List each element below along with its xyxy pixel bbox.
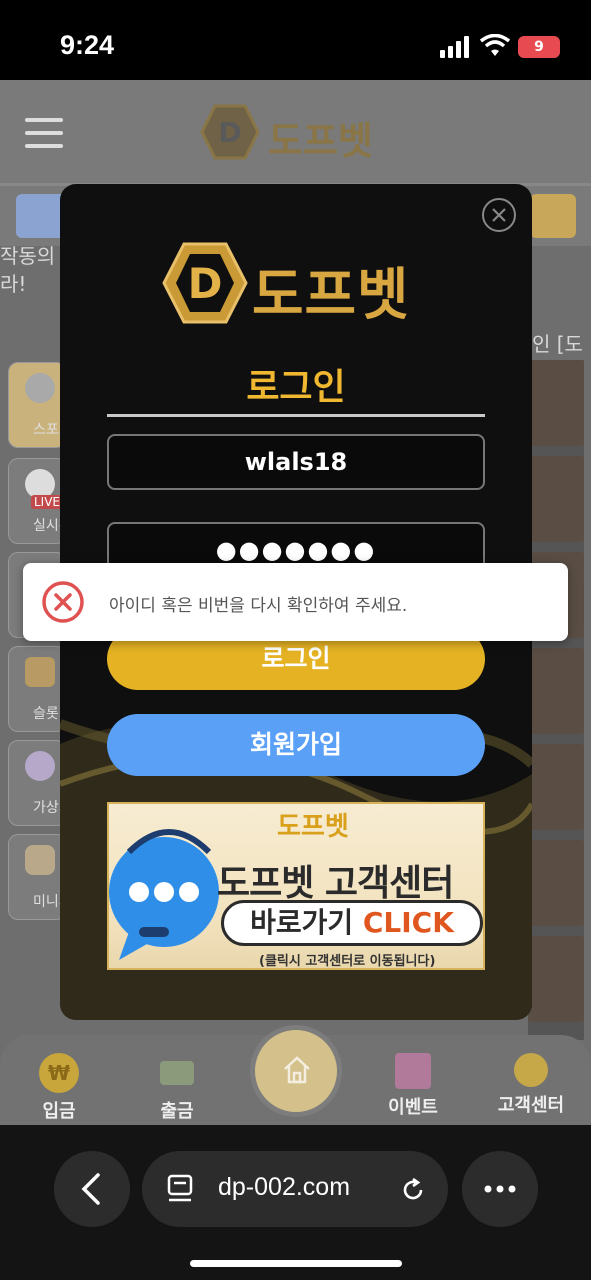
- site-header: D 도프벳: [0, 80, 591, 186]
- error-x-icon: [42, 581, 84, 623]
- gift-icon: [395, 1053, 431, 1089]
- game-tiles-column[interactable]: [528, 360, 584, 1040]
- side-menu-virtual[interactable]: 가상게임: [8, 740, 85, 826]
- home-icon: [284, 1056, 310, 1084]
- signup-button[interactable]: 회원가입: [107, 714, 485, 776]
- modal-logo: D 도프벳: [160, 240, 420, 330]
- tab-gold[interactable]: [530, 194, 576, 238]
- nav-deposit[interactable]: ₩ 입금: [4, 1053, 114, 1123]
- modal-brand-text: 도프벳: [252, 263, 410, 328]
- hexagon-logo-icon: D: [162, 242, 248, 324]
- side-menu-live[interactable]: LIVE 실시간: [8, 458, 72, 544]
- toast-message: 아이디 혹은 비번을 다시 확인하여 주세요.: [109, 596, 408, 616]
- hamburger-menu-icon[interactable]: [25, 118, 63, 148]
- close-icon: [492, 208, 506, 222]
- slot-machine-icon: [25, 657, 55, 687]
- close-button[interactable]: [482, 198, 516, 232]
- home-indicator: [190, 1260, 402, 1267]
- chat-bubble-icon: [514, 1053, 548, 1087]
- svg-text:D: D: [188, 259, 223, 308]
- nav-event[interactable]: 이벤트: [358, 1053, 468, 1119]
- hexagon-logo-icon: D: [200, 104, 260, 160]
- cash-icon: [160, 1061, 194, 1085]
- live-badge: LIVE: [31, 495, 64, 509]
- chevron-left-icon: [81, 1173, 100, 1205]
- headset-chat-icon: [109, 829, 219, 960]
- back-button[interactable]: [54, 1151, 130, 1227]
- banner-cta: 바로가기 CLICK: [221, 900, 483, 946]
- planet-icon: [25, 751, 55, 781]
- soccer-ball-icon: [25, 373, 55, 403]
- site-brand-text: 도프벳: [268, 119, 373, 163]
- status-bar: 9:24 9: [0, 0, 591, 80]
- banner-brand: 도프벳: [277, 812, 349, 842]
- marquee-text-right: 인 [도: [532, 332, 583, 356]
- battery-icon: 9: [518, 36, 560, 58]
- nav-withdraw[interactable]: 출금: [122, 1053, 232, 1123]
- clock: 9:24: [60, 30, 115, 60]
- error-toast: 아이디 혹은 비번을 다시 확인하여 주세요.: [23, 563, 568, 641]
- won-coin-icon: ₩: [39, 1053, 79, 1093]
- username-input[interactable]: wlals18: [107, 434, 485, 490]
- browser-toolbar: dp-002.com: [0, 1125, 591, 1280]
- more-dots-icon: [484, 1185, 516, 1193]
- url-text: dp-002.com: [218, 1173, 351, 1201]
- address-bar[interactable]: dp-002.com: [142, 1151, 448, 1227]
- reload-icon[interactable]: [398, 1175, 428, 1205]
- gamepad-icon: [25, 845, 55, 875]
- cellular-signal-icon: [440, 36, 469, 58]
- side-menu-sports[interactable]: 스포츠: [8, 362, 72, 448]
- side-menu-slot[interactable]: 슬롯: [8, 646, 66, 732]
- tabs-icon: [167, 1174, 193, 1202]
- more-button[interactable]: [462, 1151, 538, 1227]
- support-banner[interactable]: 도프벳 도프벳 고객센터 바로가기 CLICK (클릭시 고객센터로 이동됩니다…: [107, 802, 485, 970]
- banner-note: (클릭시 고객센터로 이동됩니다): [259, 954, 436, 969]
- svg-text:D: D: [218, 116, 241, 149]
- site-logo[interactable]: D 도프벳: [200, 102, 400, 163]
- banner-title: 도프벳 고객센터: [217, 863, 454, 904]
- nav-support[interactable]: 고객센터: [476, 1053, 586, 1117]
- title-divider: [107, 414, 485, 417]
- side-menu-mini[interactable]: 미니게임: [8, 834, 85, 920]
- marquee-text-left: 작동의 라!: [0, 244, 56, 296]
- wifi-icon: [480, 34, 510, 56]
- home-button[interactable]: [250, 1025, 342, 1117]
- page-title: 로그인: [246, 367, 346, 408]
